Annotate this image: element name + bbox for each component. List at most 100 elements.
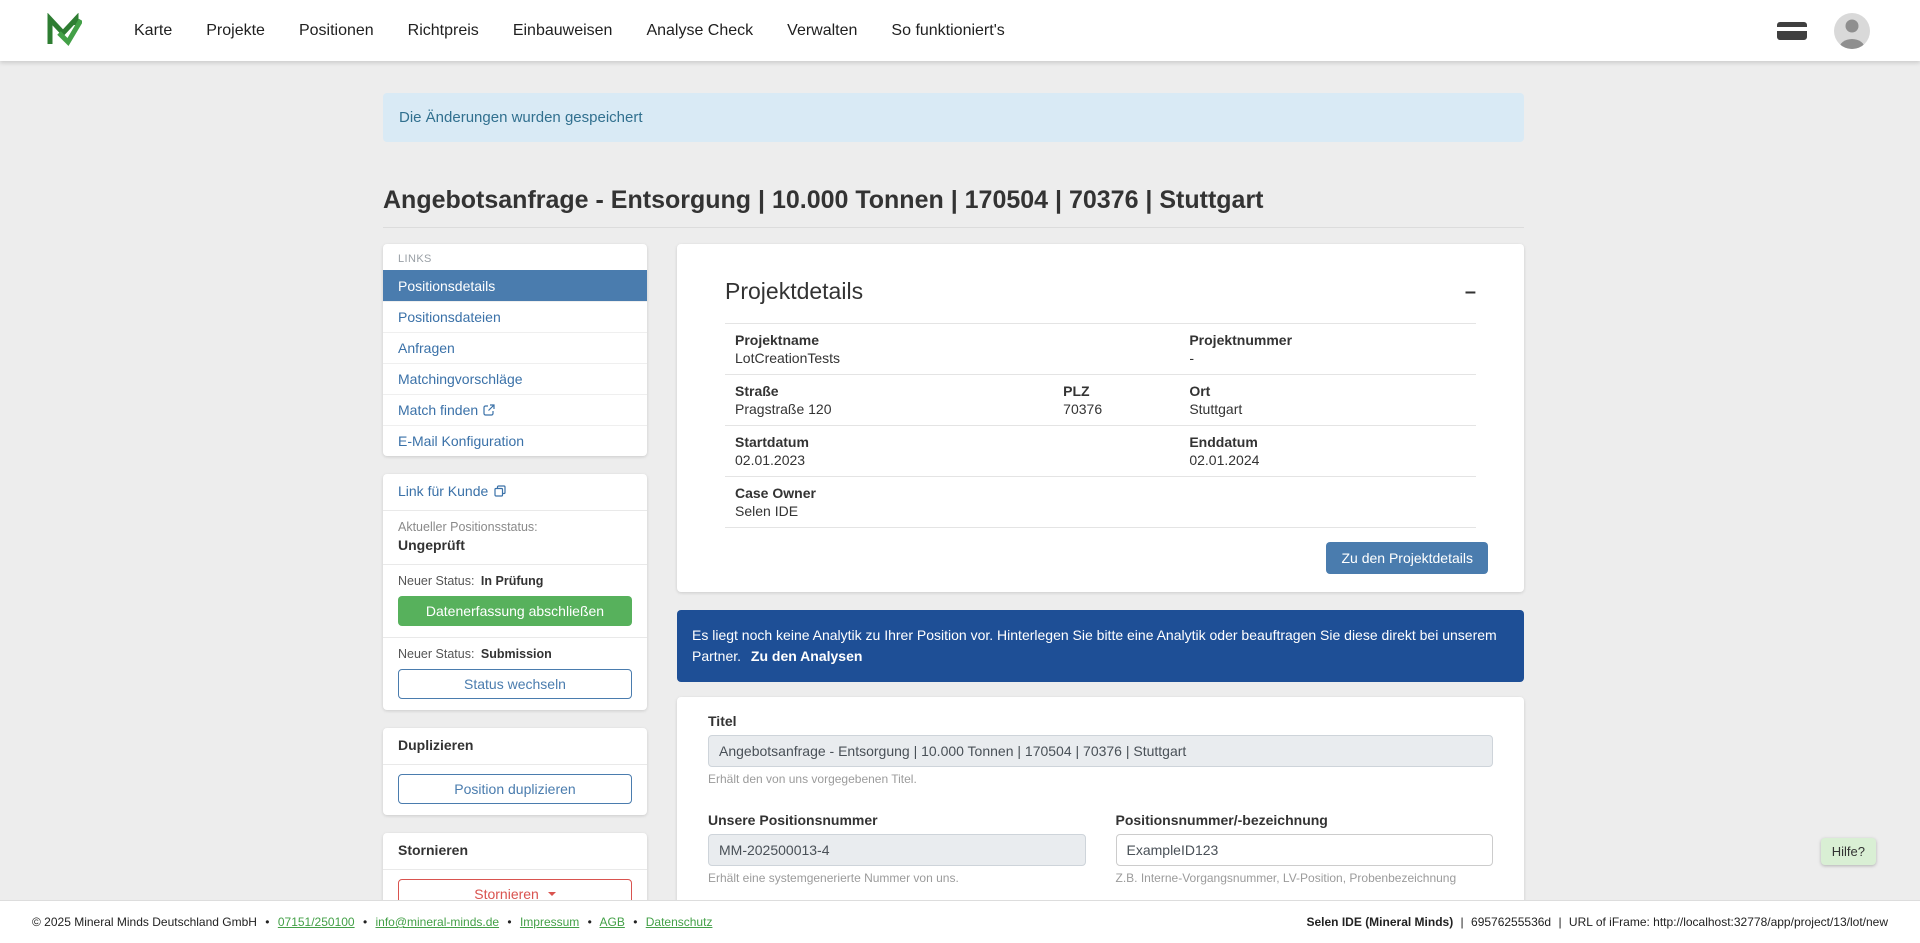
phone-link[interactable]: 07151/250100	[278, 915, 355, 929]
zu-den-projektdetails-button[interactable]: Zu den Projektdetails	[1326, 542, 1488, 574]
sidebar-links-card: LINKS Positionsdetails Positionsdateien …	[383, 244, 647, 456]
titel-help: Erhält den von uns vorgegebenen Titel.	[708, 772, 1493, 786]
content-container: Die Änderungen wurden gespeichert Angebo…	[383, 61, 1524, 938]
copyright-text: © 2025 Mineral Minds Deutschland GmbH	[32, 915, 257, 929]
nav-item-projekte[interactable]: Projekte	[206, 22, 265, 40]
minus-icon: –	[1465, 281, 1476, 303]
collapse-button[interactable]: –	[1465, 282, 1476, 302]
agb-link[interactable]: AGB	[600, 915, 625, 929]
sidebar-item-positionsdateien[interactable]: Positionsdateien	[383, 301, 647, 332]
position-form-card: Titel Erhält den von uns vorgegebenen Ti…	[677, 697, 1524, 905]
brand-logo[interactable]	[46, 13, 82, 49]
credit-card-button[interactable]	[1776, 19, 1808, 43]
field-label: Ort	[1189, 383, 1466, 399]
link-fuer-kunde-label: Link für Kunde	[398, 483, 488, 499]
new-status-section-2: Neuer Status: Submission Status wechseln	[383, 637, 647, 710]
current-status-section: Aktueller Positionsstatus: Ungeprüft	[383, 510, 647, 564]
bezeichnung-label: Positionsnummer/-bezeichnung	[1116, 812, 1494, 828]
field-strasse: Straße Pragstraße 120	[725, 383, 1053, 417]
nav-item-karte[interactable]: Karte	[134, 22, 172, 40]
footer-user: Selen IDE (Mineral Minds)	[1307, 915, 1454, 929]
bezeichnung-help: Z.B. Interne-Vorgangsnummer, LV-Position…	[1116, 871, 1494, 885]
zu-den-analysen-link[interactable]: Zu den Analysen	[751, 648, 863, 664]
positionsnummer-field-group: Unsere Positionsnummer Erhält eine syste…	[708, 812, 1086, 885]
customer-link-section: Link für Kunde	[383, 474, 647, 510]
footer: © 2025 Mineral Minds Deutschland GmbH • …	[0, 900, 1920, 943]
field-projektnummer: Projektnummer -	[1179, 332, 1476, 366]
position-duplizieren-button[interactable]: Position duplizieren	[398, 774, 632, 804]
field-plz: PLZ 70376	[1053, 383, 1179, 417]
bullet-separator: •	[265, 915, 269, 929]
nav-item-einbauweisen[interactable]: Einbauweisen	[513, 22, 613, 40]
number-fields-row: Unsere Positionsnummer Erhält eine syste…	[708, 812, 1493, 885]
titel-input	[708, 735, 1493, 767]
project-details-footer: Zu den Projektdetails	[677, 528, 1524, 574]
user-avatar[interactable]	[1834, 13, 1870, 49]
positionsnummer-label: Unsere Positionsnummer	[708, 812, 1086, 828]
field-label: Projektnummer	[1189, 332, 1466, 348]
footer-iframe-url: http://localhost:32778/app/project/13/lo…	[1653, 915, 1888, 929]
field-value: Stuttgart	[1189, 401, 1466, 417]
field-value: -	[1189, 350, 1466, 366]
field-value: Pragstraße 120	[735, 401, 1043, 417]
main-nav: Karte Projekte Positionen Richtpreis Ein…	[134, 22, 1005, 40]
links-header: LINKS	[383, 244, 647, 270]
pipe-separator: |	[1461, 915, 1464, 929]
nav-item-so-funktionierts[interactable]: So funktioniert's	[891, 22, 1004, 40]
nav-item-analyse-check[interactable]: Analyse Check	[646, 22, 753, 40]
status-wechseln-button[interactable]: Status wechseln	[398, 669, 632, 699]
field-value: LotCreationTests	[735, 350, 1169, 366]
new-status-section-1: Neuer Status: In Prüfung Datenerfassung …	[383, 564, 647, 637]
field-value: Selen IDE	[735, 503, 1466, 519]
current-status-value: Ungeprüft	[398, 537, 632, 553]
help-button[interactable]: Hilfe?	[1821, 838, 1876, 865]
new-status-line-1: Neuer Status: In Prüfung	[398, 574, 632, 588]
sidebar-item-positionsdetails[interactable]: Positionsdetails	[383, 270, 647, 301]
page-title: Angebotsanfrage - Entsorgung | 10.000 To…	[383, 186, 1524, 215]
titel-field-group: Titel Erhält den von uns vorgegebenen Ti…	[708, 713, 1493, 786]
navbar-right	[1776, 13, 1870, 49]
cancel-title: Stornieren	[383, 833, 647, 869]
field-startdatum: Startdatum 02.01.2023	[725, 434, 1179, 468]
content-layout: LINKS Positionsdetails Positionsdateien …	[383, 244, 1524, 938]
sidebar-item-email-konfiguration[interactable]: E-Mail Konfiguration	[383, 425, 647, 456]
bezeichnung-input[interactable]	[1116, 834, 1494, 866]
nav-item-verwalten[interactable]: Verwalten	[787, 22, 857, 40]
new-status-value-1: In Prüfung	[481, 574, 544, 588]
positionsnummer-input	[708, 834, 1086, 866]
footer-iframe-label: URL of iFrame:	[1569, 915, 1650, 929]
link-fuer-kunde-link[interactable]: Link für Kunde	[398, 483, 506, 499]
status-card: Link für Kunde Aktueller Positionsstatus…	[383, 474, 647, 710]
copy-icon	[494, 485, 506, 497]
mineral-minds-logo-icon	[46, 13, 82, 49]
new-status-value-2: Submission	[481, 647, 552, 661]
table-row: Projektname LotCreationTests Projektnumm…	[725, 323, 1476, 374]
field-case-owner: Case Owner Selen IDE	[725, 485, 1476, 519]
nav-item-richtpreis[interactable]: Richtpreis	[408, 22, 479, 40]
sidebar-item-match-finden[interactable]: Match finden	[383, 394, 647, 425]
datenerfassung-abschliessen-button[interactable]: Datenerfassung abschließen	[398, 596, 632, 626]
nav-item-positionen[interactable]: Positionen	[299, 22, 374, 40]
project-details-header: Projektdetails –	[677, 244, 1524, 323]
bezeichnung-field-group: Positionsnummer/-bezeichnung Z.B. Intern…	[1116, 812, 1494, 885]
field-ort: Ort Stuttgart	[1179, 383, 1476, 417]
credit-card-icon	[1776, 19, 1808, 43]
analytics-banner: Es liegt noch keine Analytik zu Ihrer Po…	[677, 610, 1524, 682]
footer-session-id: 69576255536d	[1471, 915, 1551, 929]
sidebar: LINKS Positionsdetails Positionsdateien …	[383, 244, 647, 938]
save-success-alert: Die Änderungen wurden gespeichert	[383, 93, 1524, 142]
field-enddatum: Enddatum 02.01.2024	[1179, 434, 1476, 468]
email-link[interactable]: info@mineral-minds.de	[375, 915, 499, 929]
bullet-separator: •	[588, 915, 592, 929]
bullet-separator: •	[363, 915, 367, 929]
sidebar-item-matchingvorschlaege[interactable]: Matchingvorschläge	[383, 363, 647, 394]
sidebar-item-anfragen[interactable]: Anfragen	[383, 332, 647, 363]
duplicate-button-section: Position duplizieren	[383, 764, 647, 815]
table-row: Straße Pragstraße 120 PLZ 70376 Ort Stut…	[725, 374, 1476, 425]
titel-label: Titel	[708, 713, 1493, 729]
bullet-separator: •	[507, 915, 511, 929]
datenschutz-link[interactable]: Datenschutz	[646, 915, 713, 929]
field-value: 70376	[1063, 401, 1169, 417]
project-details-title: Projektdetails	[725, 278, 863, 305]
impressum-link[interactable]: Impressum	[520, 915, 579, 929]
